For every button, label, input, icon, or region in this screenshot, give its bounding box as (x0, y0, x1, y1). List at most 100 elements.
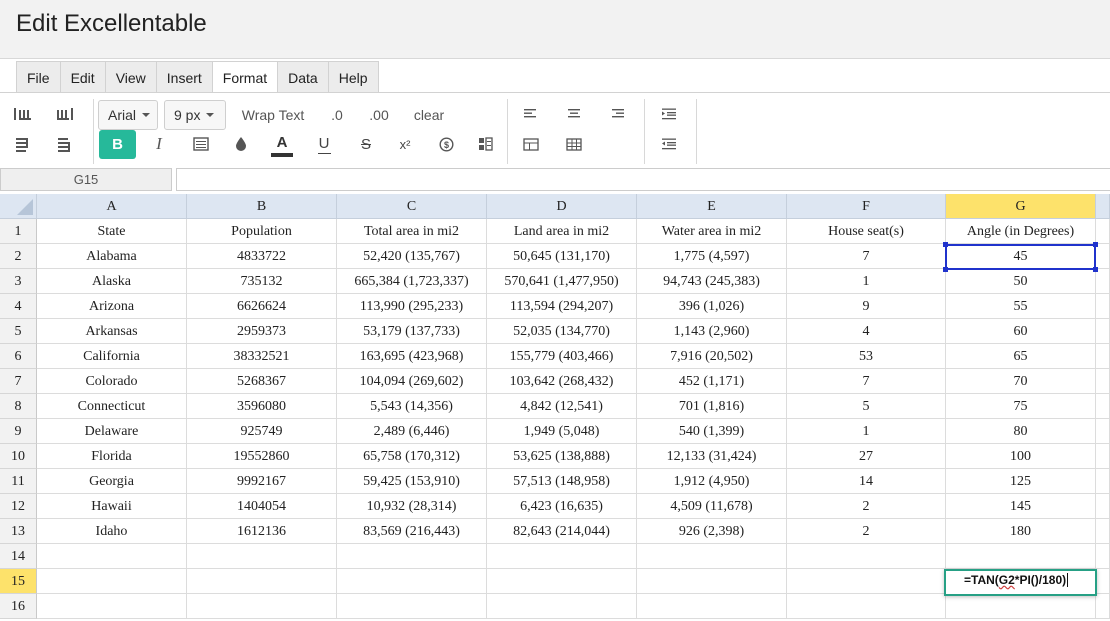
table-cell[interactable] (337, 594, 487, 619)
table-cell[interactable] (787, 594, 946, 619)
table-cell[interactable]: 925749 (187, 419, 337, 444)
row-header[interactable]: 4 (0, 294, 37, 319)
bold-button[interactable]: B (99, 130, 136, 159)
header-cell[interactable]: State (37, 219, 187, 244)
row-header[interactable]: 13 (0, 519, 37, 544)
italic-button[interactable]: I (150, 134, 168, 154)
row-header[interactable]: 16 (0, 594, 37, 619)
decrease-decimal-button[interactable]: .0 (325, 105, 349, 125)
table-cell[interactable] (487, 594, 637, 619)
table-cell[interactable]: 103,642 (268,432) (487, 369, 637, 394)
table-cell[interactable]: 6,423 (16,635) (487, 494, 637, 519)
underline-button[interactable]: U (314, 134, 334, 156)
row-header[interactable]: 14 (0, 544, 37, 569)
menu-insert[interactable]: Insert (155, 61, 212, 93)
strikethrough-button[interactable]: S (356, 134, 376, 154)
table-cell[interactable] (337, 544, 487, 569)
table-cell[interactable]: 7,916 (20,502) (637, 344, 787, 369)
table-cell[interactable]: 180 (946, 519, 1096, 544)
table-cell[interactable]: Delaware (37, 419, 187, 444)
table-cell[interactable] (946, 544, 1096, 569)
row-header[interactable]: 6 (0, 344, 37, 369)
table-cell[interactable]: 6626624 (187, 294, 337, 319)
table-cell[interactable] (37, 544, 187, 569)
row-header[interactable]: 10 (0, 444, 37, 469)
table-cell[interactable]: 65,758 (170,312) (337, 444, 487, 469)
menu-edit[interactable]: Edit (59, 61, 105, 93)
table-cell[interactable]: 14 (787, 469, 946, 494)
menu-format[interactable]: Format (211, 61, 278, 93)
header-cell[interactable]: Water area in mi2 (637, 219, 787, 244)
table-cell[interactable] (1096, 594, 1110, 619)
borders-icon[interactable] (191, 135, 211, 153)
header-cell[interactable]: House seat(s) (787, 219, 946, 244)
table-cell[interactable]: 4,842 (12,541) (487, 394, 637, 419)
header-cell[interactable]: Total area in mi2 (337, 219, 487, 244)
table-cell[interactable] (787, 544, 946, 569)
table-cell[interactable]: 1 (787, 419, 946, 444)
table-cell[interactable] (1096, 469, 1110, 494)
table-cell[interactable]: Idaho (37, 519, 187, 544)
row-header[interactable]: 11 (0, 469, 37, 494)
table-cell[interactable]: 83,569 (216,443) (337, 519, 487, 544)
table-cell[interactable]: Colorado (37, 369, 187, 394)
insert-row-above-icon[interactable] (12, 136, 34, 154)
table-icon[interactable] (521, 136, 541, 152)
indent-increase-icon[interactable] (659, 106, 679, 122)
table-cell[interactable]: 19552860 (187, 444, 337, 469)
table-cell[interactable] (487, 544, 637, 569)
table-cell[interactable]: 53,625 (138,888) (487, 444, 637, 469)
table-cell[interactable]: 75 (946, 394, 1096, 419)
column-header[interactable]: F (787, 194, 946, 219)
row-header[interactable]: 3 (0, 269, 37, 294)
table-cell[interactable]: 4,509 (11,678) (637, 494, 787, 519)
column-header[interactable]: D (487, 194, 637, 219)
table-cell[interactable]: 163,695 (423,968) (337, 344, 487, 369)
table-cell[interactable]: 5268367 (187, 369, 337, 394)
insert-column-right-icon[interactable] (54, 105, 76, 123)
wrap-text-button[interactable]: Wrap Text (238, 105, 308, 125)
row-header[interactable]: 7 (0, 369, 37, 394)
superscript-button[interactable]: x² (395, 134, 415, 154)
row-header[interactable]: 5 (0, 319, 37, 344)
table-cell[interactable]: 701 (1,816) (637, 394, 787, 419)
table-cell[interactable] (487, 569, 637, 594)
table-cell[interactable]: 2,489 (6,446) (337, 419, 487, 444)
menu-data[interactable]: Data (277, 61, 328, 93)
table-cell[interactable]: Alaska (37, 269, 187, 294)
table-cell[interactable] (187, 544, 337, 569)
select-all-corner[interactable] (0, 194, 37, 219)
table-cell[interactable]: 396 (1,026) (637, 294, 787, 319)
row-header[interactable]: 12 (0, 494, 37, 519)
table-cell[interactable]: 60 (946, 319, 1096, 344)
table-cell[interactable]: 4833722 (187, 244, 337, 269)
table-cell[interactable]: 27 (787, 444, 946, 469)
table-cell[interactable]: 70 (946, 369, 1096, 394)
table-cell[interactable]: 452 (1,171) (637, 369, 787, 394)
fill-color-icon[interactable] (231, 135, 251, 153)
table-cell[interactable] (637, 544, 787, 569)
table-cell[interactable] (1096, 244, 1110, 269)
header-cell[interactable]: Angle (in Degrees) (946, 219, 1096, 244)
table-cell[interactable]: 52,420 (135,767) (337, 244, 487, 269)
table-cell[interactable]: 53 (787, 344, 946, 369)
merge-cells-icon[interactable] (564, 136, 584, 152)
table-cell[interactable]: 2 (787, 519, 946, 544)
table-cell[interactable]: 100 (946, 444, 1096, 469)
table-cell[interactable]: 4 (787, 319, 946, 344)
table-cell[interactable]: 540 (1,399) (637, 419, 787, 444)
menu-view[interactable]: View (104, 61, 156, 93)
column-header[interactable]: A (37, 194, 187, 219)
table-cell[interactable]: Georgia (37, 469, 187, 494)
table-cell[interactable]: 3596080 (187, 394, 337, 419)
font-family-select[interactable]: Arial (98, 100, 158, 130)
table-cell[interactable] (187, 594, 337, 619)
table-cell[interactable] (1096, 419, 1110, 444)
table-cell[interactable]: 926 (2,398) (637, 519, 787, 544)
table-cell[interactable]: 145 (946, 494, 1096, 519)
align-center-icon[interactable] (564, 106, 584, 122)
table-cell[interactable]: 65 (946, 344, 1096, 369)
row-header[interactable]: 8 (0, 394, 37, 419)
table-cell[interactable]: Arkansas (37, 319, 187, 344)
table-cell[interactable] (787, 569, 946, 594)
